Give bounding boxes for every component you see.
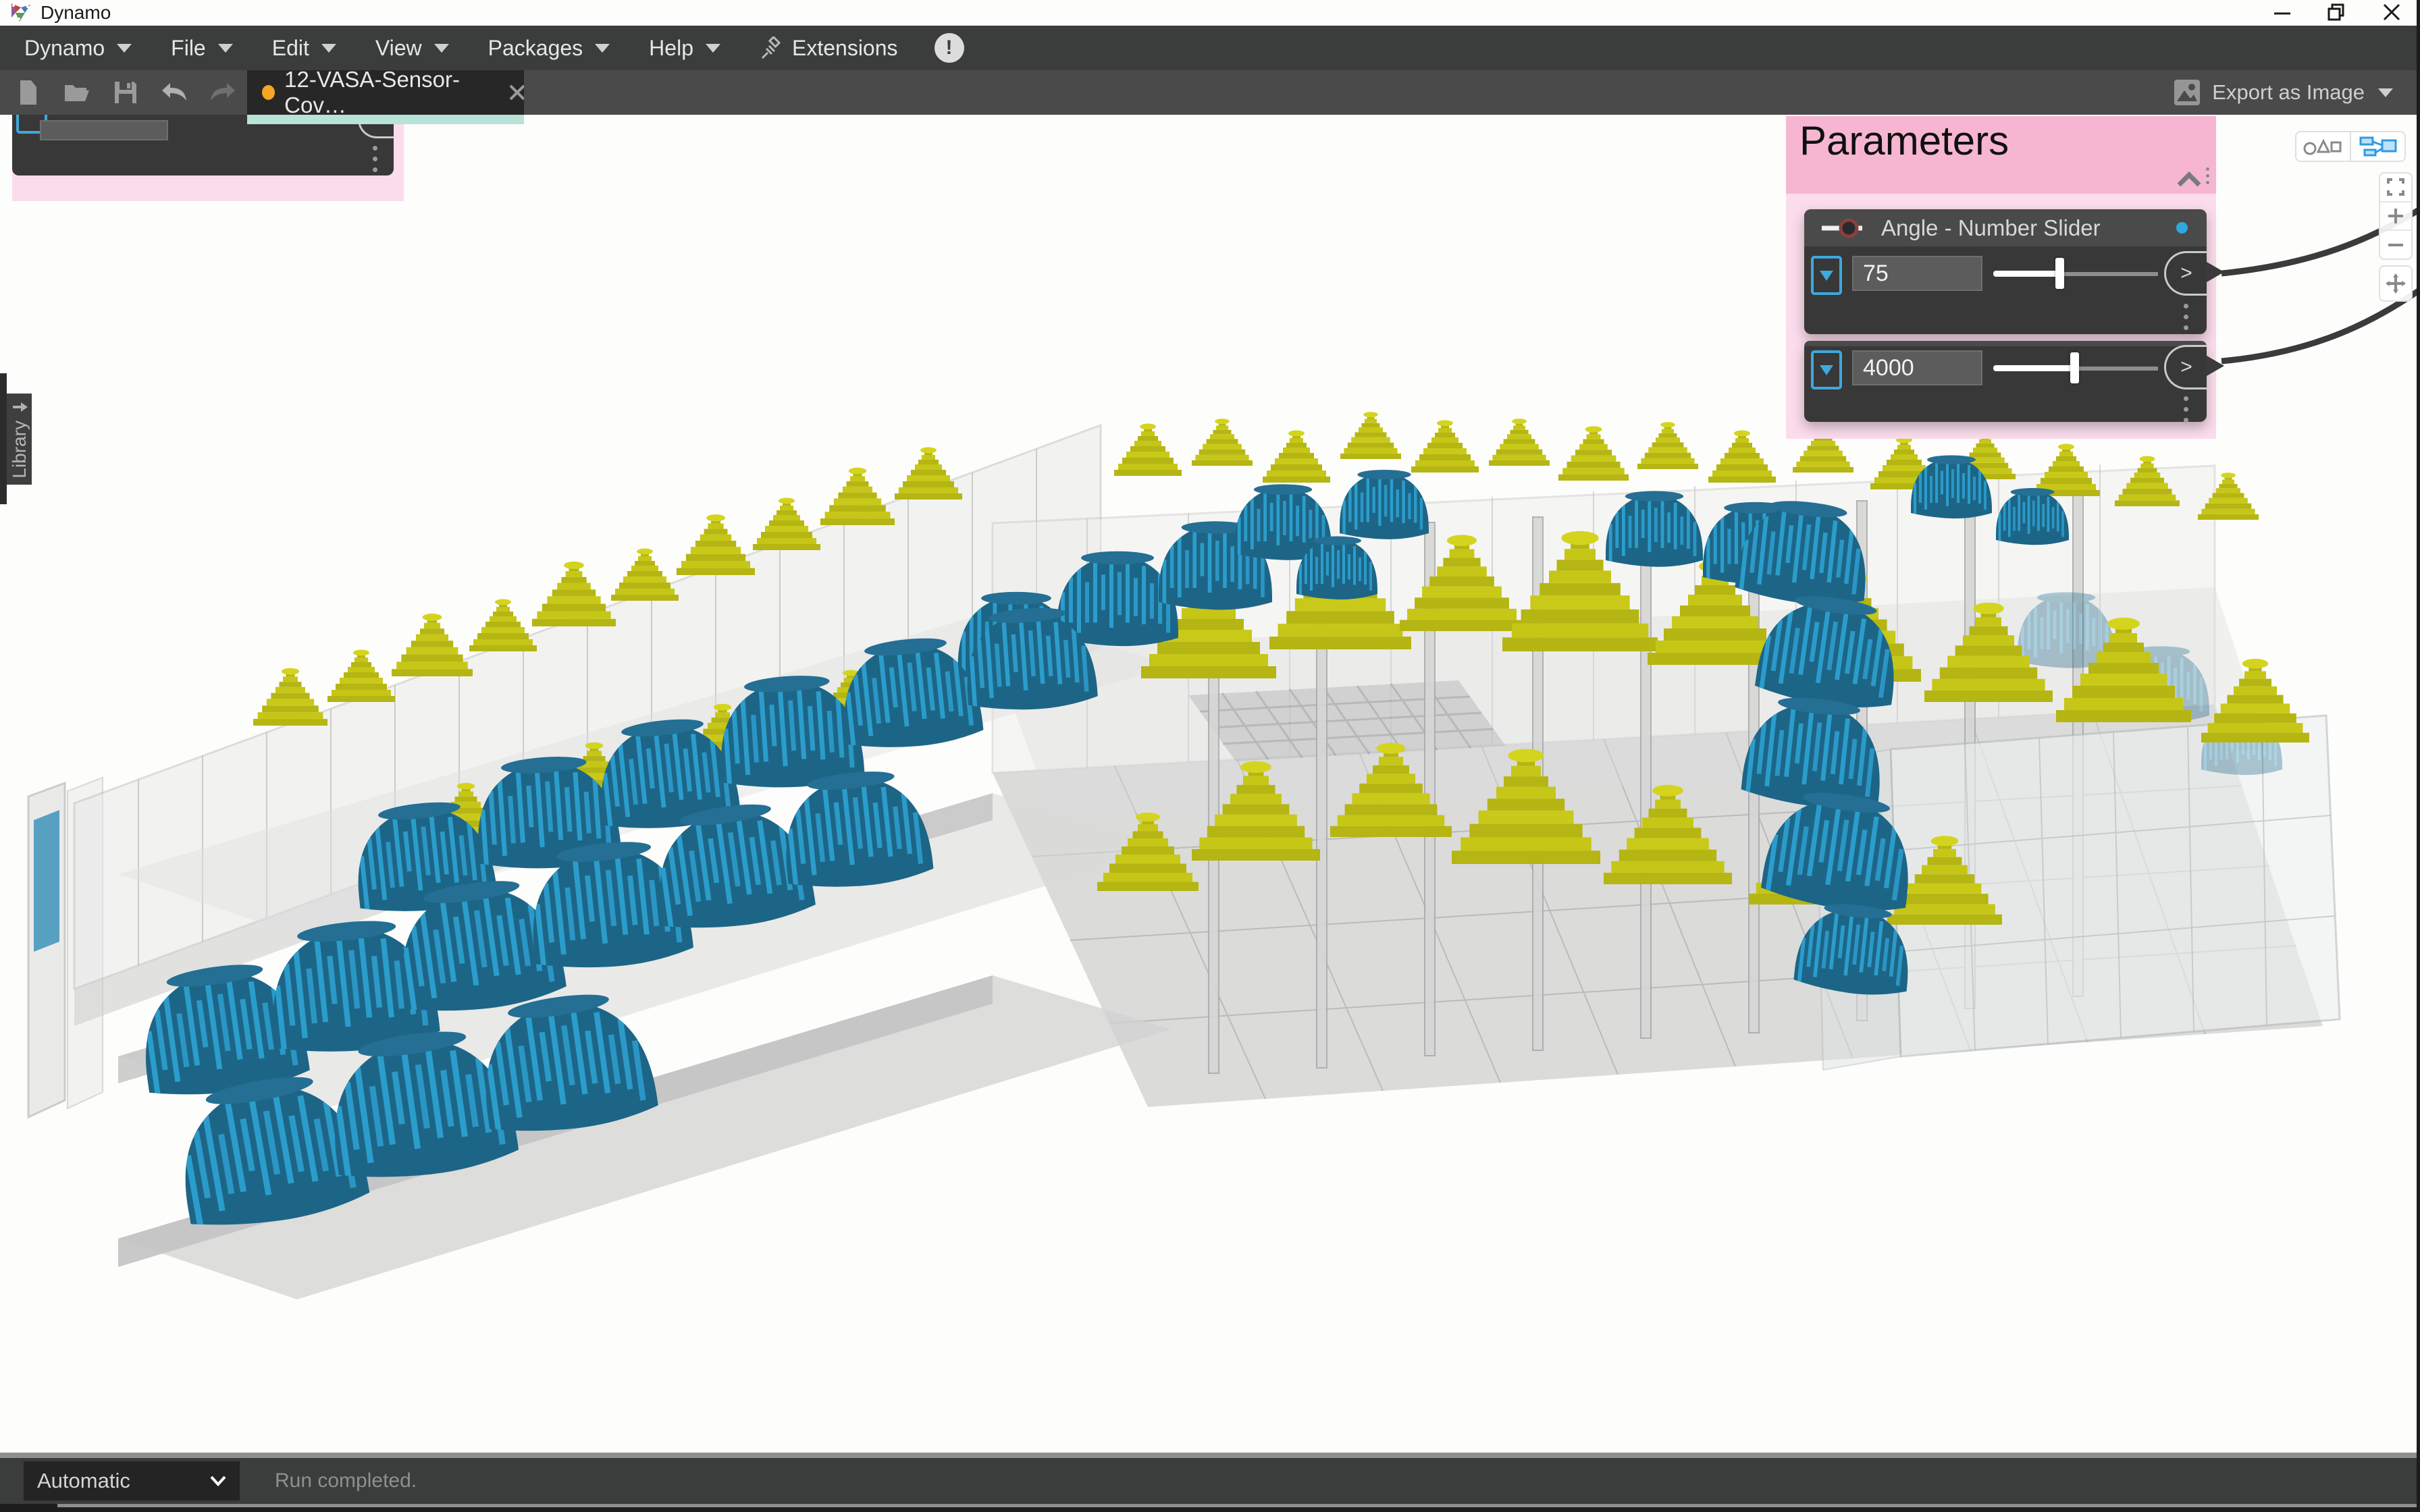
title-bar[interactable]: Dynamo <box>0 0 2420 26</box>
zoom-controls[interactable] <box>2379 172 2413 260</box>
geometry-view-button[interactable] <box>2296 132 2351 161</box>
chevron-down-icon <box>434 44 449 53</box>
menu-dynamo[interactable]: Dynamo <box>24 36 132 61</box>
menu-file[interactable]: File <box>171 36 233 61</box>
chevron-down-icon <box>321 44 336 53</box>
wire-connector <box>2207 356 2224 376</box>
menu-view[interactable]: View <box>375 36 449 61</box>
chevron-down-icon <box>2378 88 2393 97</box>
graph-view-button[interactable] <box>2351 132 2404 161</box>
geometry-view-icon <box>2303 137 2344 156</box>
zoom-out-button[interactable] <box>2380 230 2411 259</box>
new-file-button[interactable] <box>14 78 43 107</box>
expand-arrow-icon <box>11 400 28 414</box>
window-right-border <box>2417 0 2420 1512</box>
pin-icon <box>760 36 783 59</box>
workspace-tab-label: 12-VASA-Sensor-Cov… <box>284 67 491 118</box>
node-title: Angle - Number Slider <box>1881 215 2101 241</box>
group-title: Parameters <box>1799 117 2009 164</box>
pan-button[interactable] <box>2379 265 2413 302</box>
save-button[interactable] <box>111 78 140 107</box>
chevron-down-icon <box>706 44 720 53</box>
slider-value-input[interactable] <box>1852 350 1982 385</box>
restore-button[interactable] <box>2316 0 2357 24</box>
parameters-group-header[interactable]: Parameters <box>1786 116 2216 194</box>
redo-button[interactable] <box>208 78 238 107</box>
node-menu-dots[interactable] <box>2184 304 2188 330</box>
slider-icon <box>1820 218 1864 238</box>
export-as-image-button[interactable]: Export as Image <box>2174 70 2393 115</box>
undo-button[interactable] <box>159 78 189 107</box>
fit-view-icon <box>2387 178 2404 196</box>
number-slider-node-2[interactable]: > <box>1804 341 2207 422</box>
group-partial-topleft <box>12 115 404 201</box>
view-toggle[interactable] <box>2295 131 2406 162</box>
library-tab[interactable]: Library <box>7 394 32 485</box>
run-mode-select[interactable]: Automatic <box>24 1461 240 1501</box>
menu-help[interactable]: Help <box>649 36 720 61</box>
wire-connector <box>2207 262 2224 282</box>
dynamo-logo-icon <box>9 1 32 24</box>
minus-icon <box>2387 236 2404 254</box>
chevron-down-icon <box>210 1476 226 1486</box>
statusbar-divider <box>0 1453 2420 1458</box>
notification-icon[interactable]: ! <box>935 33 964 63</box>
node-header-sliver <box>1804 341 2207 346</box>
slider-dropdown-button[interactable] <box>1811 350 1842 389</box>
slider-thumb[interactable] <box>2070 352 2079 383</box>
close-button[interactable] <box>2371 0 2412 24</box>
group-menu-dots[interactable] <box>2206 167 2209 184</box>
library-tab-label: Library <box>9 421 30 479</box>
graph-view-icon <box>2359 136 2397 157</box>
menu-edit[interactable]: Edit <box>272 36 336 61</box>
chevron-down-icon <box>218 44 233 53</box>
collapse-chevron-icon[interactable] <box>2176 171 2202 188</box>
window-title: Dynamo <box>41 2 111 24</box>
slider-track[interactable] <box>1993 350 2158 385</box>
menu-extensions[interactable]: Extensions <box>760 36 898 61</box>
workspace-tab[interactable]: 12-VASA-Sensor-Cov… <box>247 70 524 115</box>
open-file-button[interactable] <box>62 78 92 107</box>
slider-thumb[interactable] <box>2055 258 2064 289</box>
pan-icon <box>2386 273 2406 294</box>
menu-bar: Dynamo File Edit View Packages Help Exte… <box>0 26 2420 70</box>
value-box-partial[interactable] <box>40 120 168 140</box>
plus-icon <box>2387 207 2404 225</box>
minimize-button[interactable] <box>2262 0 2303 24</box>
run-status-text: Run completed. <box>275 1469 417 1492</box>
node-menu-dots[interactable] <box>2184 396 2188 423</box>
active-tab-underline <box>247 115 524 124</box>
library-edge-strip <box>0 373 7 504</box>
node-menu-dots[interactable] <box>373 146 377 172</box>
parameters-group[interactable]: Parameters Angle - Number Slider > <box>1786 116 2216 439</box>
output-port[interactable]: > <box>2164 251 2207 296</box>
slider-track[interactable] <box>1993 256 2158 291</box>
preview-indicator-dot[interactable] <box>2176 222 2188 234</box>
slider-value-input[interactable] <box>1852 256 1982 291</box>
image-icon <box>2174 80 2200 105</box>
fit-view-button[interactable] <box>2387 173 2404 201</box>
output-port[interactable]: > <box>2164 345 2207 389</box>
bottom-edge-strip <box>0 1504 2420 1512</box>
menu-packages[interactable]: Packages <box>488 36 610 61</box>
close-tab-icon[interactable] <box>508 84 524 101</box>
slider-dropdown-button[interactable] <box>1811 256 1842 295</box>
chevron-down-icon <box>595 44 610 53</box>
number-slider-node-angle[interactable]: Angle - Number Slider > <box>1804 209 2207 334</box>
node-header[interactable]: Angle - Number Slider <box>1804 209 2207 246</box>
chevron-down-icon <box>117 44 132 53</box>
unsaved-indicator-dot <box>262 85 275 100</box>
status-bar: Automatic Run completed. <box>0 1458 2420 1504</box>
zoom-in-button[interactable] <box>2380 201 2411 230</box>
